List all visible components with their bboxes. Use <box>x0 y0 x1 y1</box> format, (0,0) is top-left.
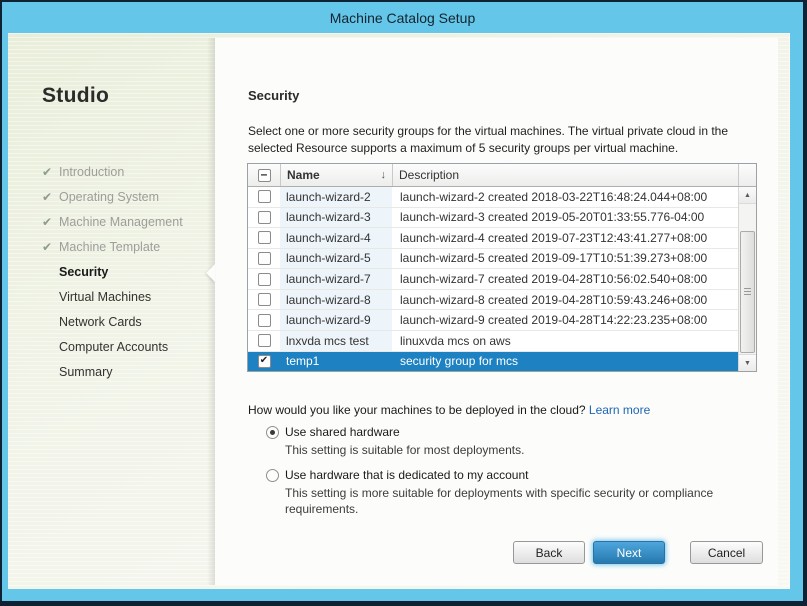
next-button[interactable]: Next <box>593 541 665 564</box>
shared-hardware-radio[interactable] <box>266 426 279 439</box>
deployment-question: How would you like your machines to be d… <box>248 403 650 417</box>
header-scroll-corner <box>738 164 756 186</box>
table-row-selected[interactable]: ✔ temp1 security group for mcs <box>248 352 738 372</box>
table-row[interactable]: launch-wizard-2 launch-wizard-2 created … <box>248 187 738 208</box>
table-header: – Name ↓ Description <box>248 164 756 187</box>
studio-logo: Studio <box>42 84 109 108</box>
scroll-up-icon: ▲ <box>744 192 751 199</box>
cancel-button[interactable]: Cancel <box>690 541 763 564</box>
table-row[interactable]: launch-wizard-4 launch-wizard-4 created … <box>248 228 738 249</box>
learn-more-link[interactable]: Learn more <box>589 403 650 417</box>
column-header-description[interactable]: Description <box>392 164 738 186</box>
row-checkbox[interactable] <box>258 293 271 306</box>
row-checkbox[interactable] <box>258 231 271 244</box>
row-checkbox[interactable] <box>258 314 271 327</box>
window-title: Machine Catalog Setup <box>330 10 476 26</box>
row-checkbox-checked[interactable]: ✔ <box>258 355 271 368</box>
row-checkbox[interactable] <box>258 273 271 286</box>
select-all-cell[interactable]: – <box>248 164 280 186</box>
sidebar-item-virtual-machines: Virtual Machines <box>42 284 207 309</box>
thumb-grip-icon <box>744 288 751 295</box>
sidebar-item-machine-template: ✔ Machine Template <box>42 234 207 259</box>
option-dedicated-hardware: Use hardware that is dedicated to my acc… <box>266 468 756 517</box>
row-checkbox[interactable] <box>258 211 271 224</box>
sidebar-item-network-cards: Network Cards <box>42 309 207 334</box>
page-title: Security <box>248 88 299 103</box>
machine-catalog-setup-window: Machine Catalog Setup Studio ✔ Introduct… <box>0 0 807 606</box>
sidebar-item-operating-system: ✔ Operating System <box>42 184 207 209</box>
instruction-text: Select one or more security groups for t… <box>248 123 756 157</box>
table-row[interactable]: launch-wizard-3 launch-wizard-3 created … <box>248 208 738 229</box>
check-icon: ✔ <box>42 165 59 179</box>
vertical-scrollbar[interactable]: ▲ ▼ <box>738 187 756 371</box>
option-shared-hardware: Use shared hardware This setting is suit… <box>266 425 756 458</box>
check-icon: ✔ <box>42 215 59 229</box>
scroll-down-button[interactable]: ▼ <box>739 354 756 371</box>
table-row[interactable]: launch-wizard-7 launch-wizard-7 created … <box>248 269 738 290</box>
row-checkbox[interactable] <box>258 190 271 203</box>
wizard-steps: ✔ Introduction ✔ Operating System ✔ Mach… <box>42 159 207 384</box>
sidebar-item-computer-accounts: Computer Accounts <box>42 334 207 359</box>
sidebar-item-security: Security <box>42 259 207 284</box>
sort-descending-icon: ↓ <box>381 169 387 181</box>
sidebar-item-summary: Summary <box>42 359 207 384</box>
option-description: This setting is more suitable for deploy… <box>285 485 755 517</box>
table-row[interactable]: launch-wizard-9 launch-wizard-9 created … <box>248 310 738 331</box>
column-header-name[interactable]: Name ↓ <box>280 164 392 186</box>
table-row[interactable]: lnxvda mcs test linuxvda mcs on aws <box>248 331 738 352</box>
sidebar-item-machine-management: ✔ Machine Management <box>42 209 207 234</box>
security-groups-table: – Name ↓ Description launch-wizard-2 lau… <box>247 163 757 372</box>
scrollbar-thumb[interactable] <box>740 231 755 353</box>
sidebar-item-introduction: ✔ Introduction <box>42 159 207 184</box>
check-icon: ✔ <box>42 240 59 254</box>
row-checkbox[interactable] <box>258 252 271 265</box>
current-step-notch <box>206 264 215 282</box>
panel-shadow <box>207 38 215 585</box>
table-row[interactable]: launch-wizard-8 launch-wizard-8 created … <box>248 290 738 311</box>
scroll-up-button[interactable]: ▲ <box>739 187 756 204</box>
table-body: launch-wizard-2 launch-wizard-2 created … <box>248 187 756 371</box>
select-all-checkbox[interactable]: – <box>258 169 271 182</box>
table-row[interactable]: launch-wizard-5 launch-wizard-5 created … <box>248 249 738 270</box>
dedicated-hardware-radio[interactable] <box>266 469 279 482</box>
row-checkbox[interactable] <box>258 334 271 347</box>
option-description: This setting is suitable for most deploy… <box>285 442 755 458</box>
back-button[interactable]: Back <box>513 541 585 564</box>
scroll-down-icon: ▼ <box>744 360 751 367</box>
titlebar[interactable]: Machine Catalog Setup <box>2 2 803 33</box>
check-icon: ✔ <box>42 190 59 204</box>
